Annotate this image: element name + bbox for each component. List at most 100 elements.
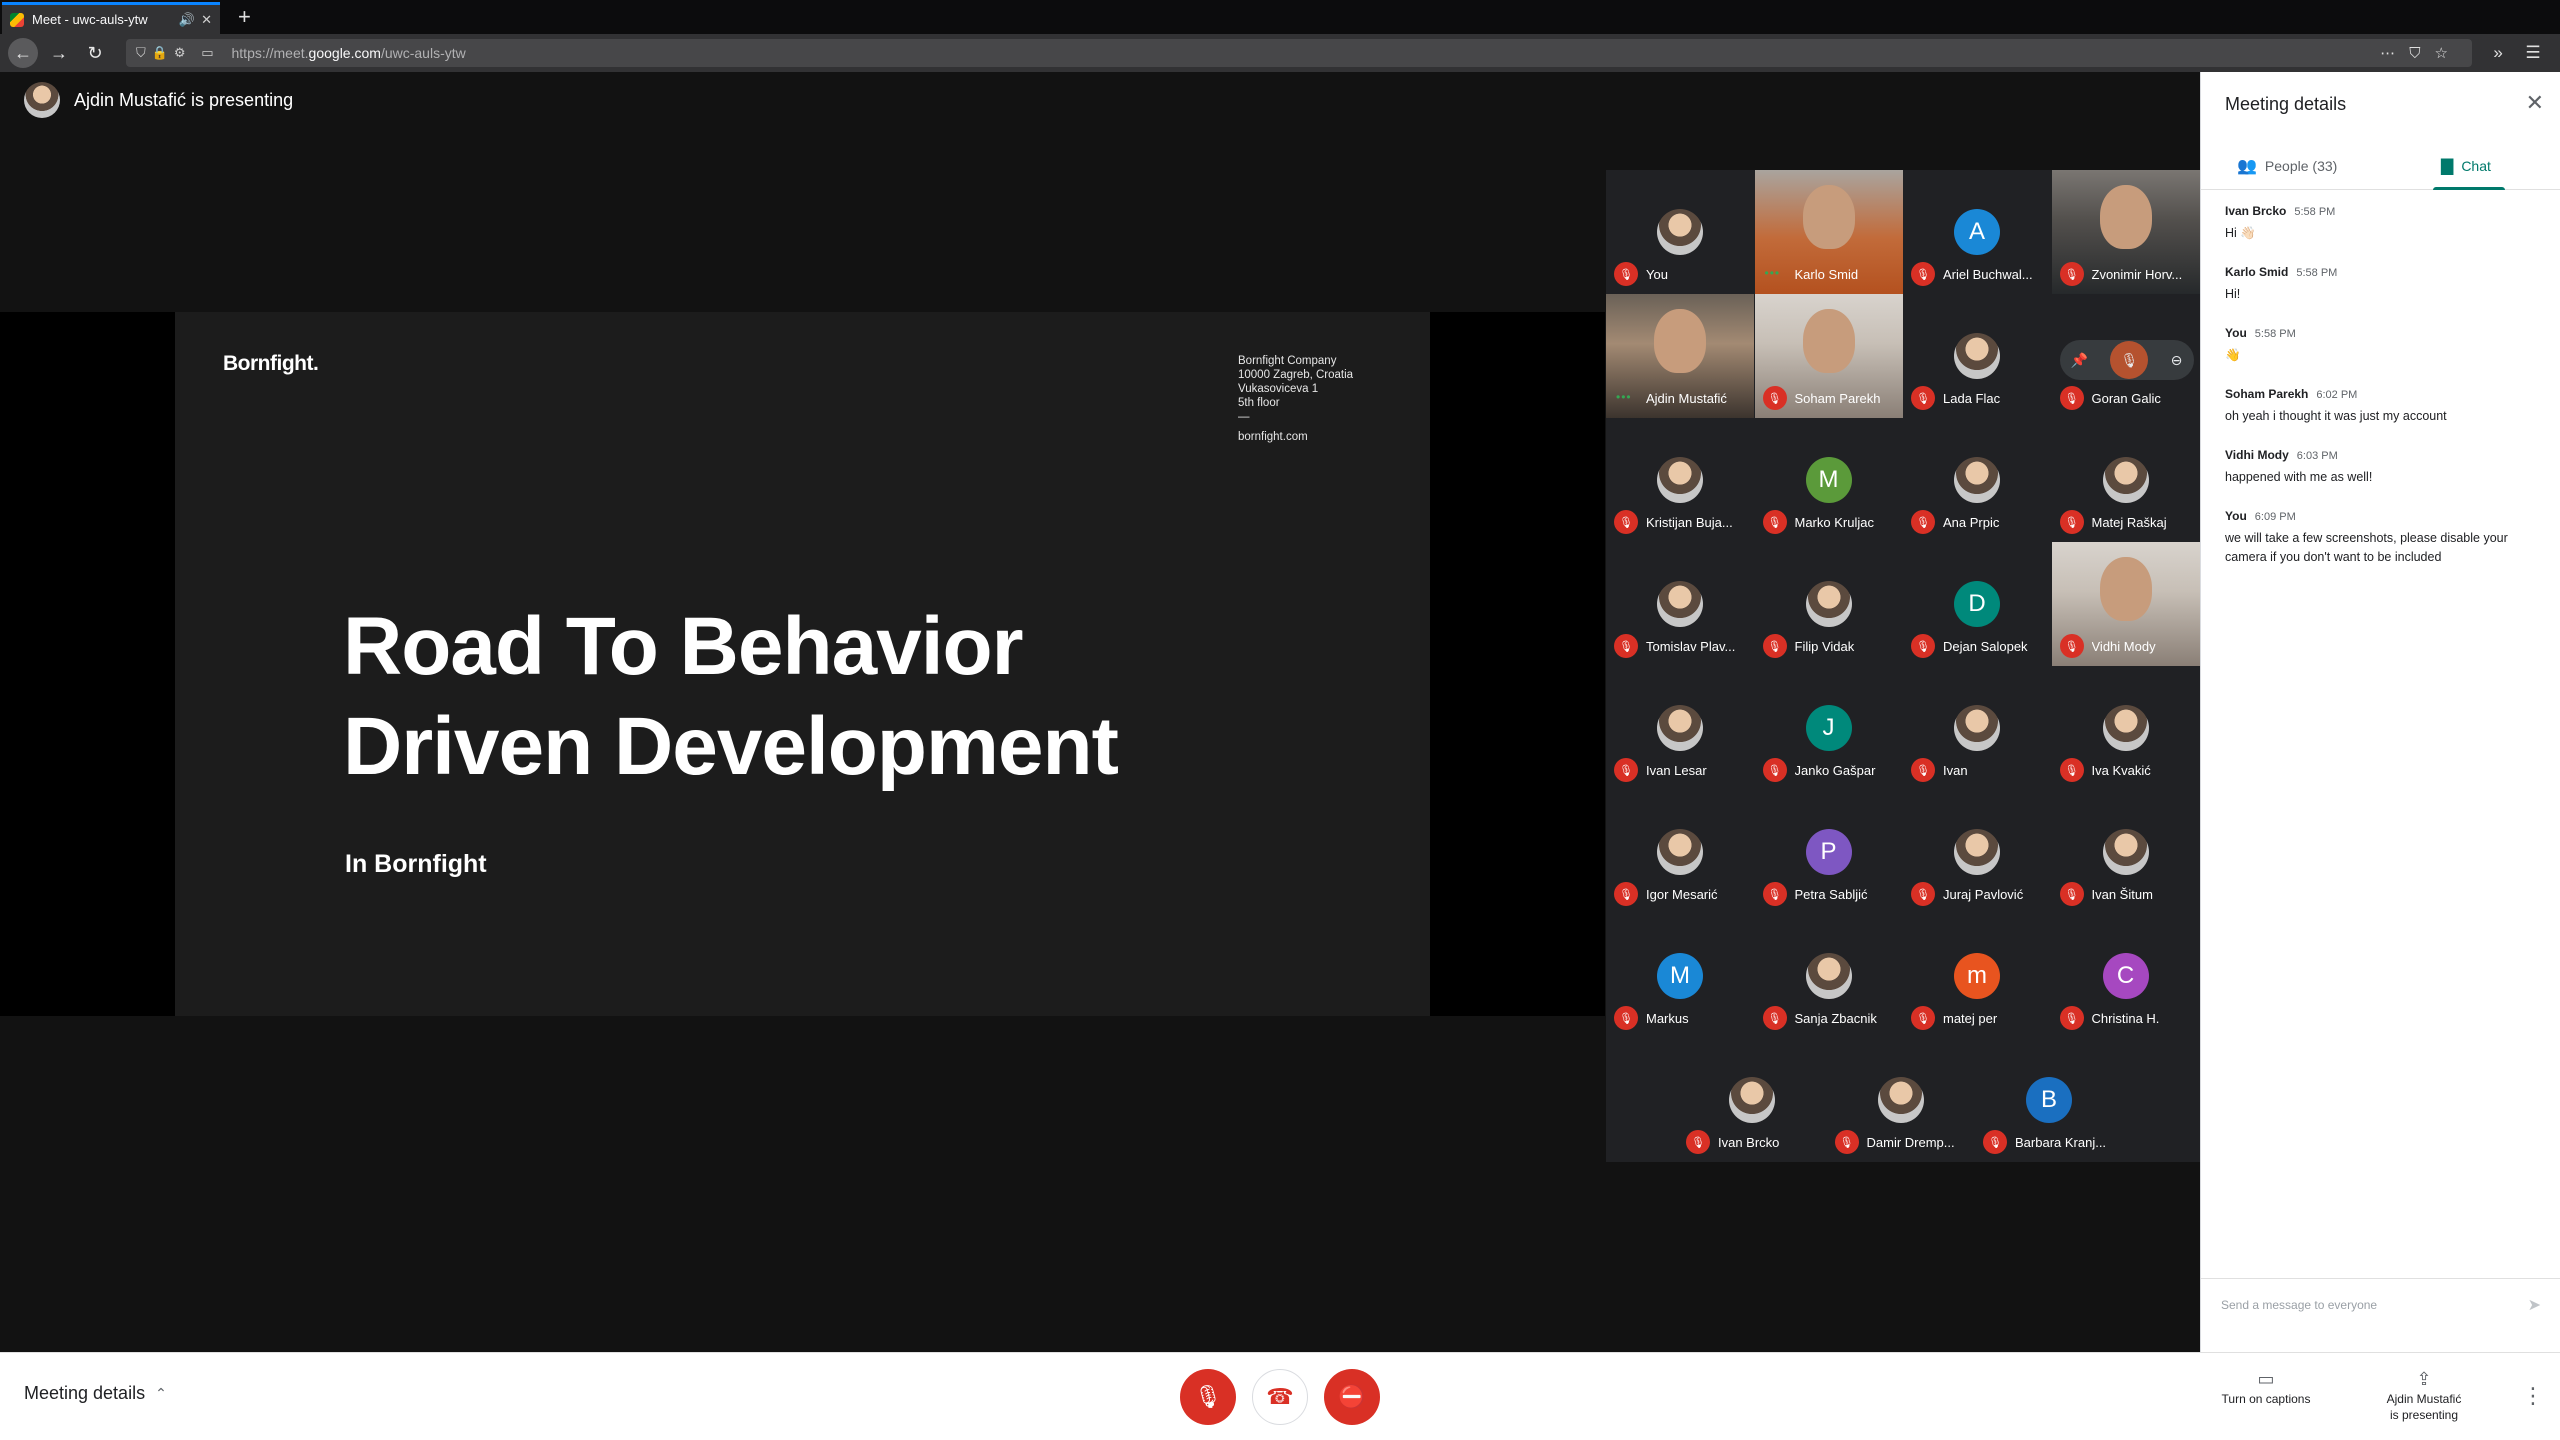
url-prefix: https://meet. xyxy=(231,45,309,61)
participant-tile[interactable]: m 🎙 matej per xyxy=(1903,914,2051,1038)
participant-tile[interactable]: 🎙 Ivan Lesar xyxy=(1606,666,1754,790)
security-icons[interactable]: ⛉🔒⚙ ▭ xyxy=(136,45,220,61)
participant-avatar xyxy=(1954,333,2000,379)
send-icon[interactable]: ➤ xyxy=(2528,1295,2541,1315)
participant-tile[interactable]: 📌 🎙 ⊖ 🎙 Goran Galic xyxy=(2051,294,2200,418)
video-feed xyxy=(1802,309,1855,374)
url-bar[interactable]: ⛉🔒⚙ ▭ https://meet. google.com/uwc-auls-y… xyxy=(126,39,2472,67)
participant-tile[interactable]: ••• Karlo Smid xyxy=(1754,170,1903,294)
meeting-details-button[interactable]: Meeting details ⌃ xyxy=(24,1383,167,1404)
participant-tile[interactable]: B 🎙 Barbara Kranj... xyxy=(1975,1038,2123,1162)
forward-icon[interactable]: → xyxy=(44,38,74,68)
chat-message-list: Ivan Brcko 5:58 PM Hi 👋🏻 Karlo Smid 5:58 PM H… xyxy=(2225,204,2541,589)
participant-tile[interactable]: 🎙 Tomislav Plav... xyxy=(1606,542,1754,666)
participant-tile[interactable]: 🎙 Iva Kvakić xyxy=(2051,666,2200,790)
participant-tile[interactable]: J 🎙 Janko Gašpar xyxy=(1754,666,1903,790)
chevron-up-icon: ⌃ xyxy=(155,1385,167,1401)
participant-tile[interactable]: 🎙 Kristijan Buja... xyxy=(1606,418,1754,542)
participant-name: Sanja Zbacnik xyxy=(1794,1011,1877,1026)
message-time: 6:02 PM xyxy=(2316,389,2358,401)
muted-icon: 🎙 xyxy=(1762,1006,1787,1030)
participant-name: Christina H. xyxy=(2091,1011,2160,1026)
participant-tile[interactable]: 🎙 Ana Prpic xyxy=(1903,418,2051,542)
participant-tile[interactable]: 🎙 Sanja Zbacnik xyxy=(1754,914,1903,1038)
hamburger-menu-icon[interactable]: ☰ xyxy=(2525,43,2540,63)
participant-tile[interactable]: 🎙 Igor Mesarić xyxy=(1606,790,1754,914)
url-actions-icons[interactable]: ⋯⛉☆ xyxy=(2380,44,2462,62)
tab-chat[interactable]: ▇ Chat xyxy=(2433,142,2505,190)
reload-icon[interactable]: ↻ xyxy=(80,38,110,68)
message-text: we will take a few screenshots, please d… xyxy=(2225,531,2508,564)
participant-name: Soham Parekh xyxy=(1794,391,1881,406)
close-icon[interactable]: ✕ xyxy=(2526,90,2544,116)
message-meta: You 5:58 PM xyxy=(2225,326,2541,340)
participant-tile[interactable]: M 🎙 Markus xyxy=(1606,914,1754,1038)
pin-icon[interactable]: 📌 xyxy=(2071,352,2088,369)
muted-icon: 🎙 xyxy=(1614,1006,1638,1030)
participant-tile[interactable]: 🎙 Vidhi Mody xyxy=(2051,542,2200,666)
participant-avatar: J xyxy=(1805,705,1852,751)
tab-people[interactable]: 👥 People (33) xyxy=(2237,142,2337,190)
panel-tabs: 👥 People (33) ▇ Chat xyxy=(2201,142,2560,190)
participant-tile[interactable]: 🎙 Ivan Šitum xyxy=(2051,790,2200,914)
url-path: /uwc-auls-ytw xyxy=(380,45,466,61)
participant-tile[interactable]: 🎙 Matej Raškaj xyxy=(2051,418,2200,542)
participant-tile[interactable]: 🎙 Lada Flac xyxy=(1903,294,2051,418)
overflow-chevron-icon[interactable]: » xyxy=(2493,43,2502,63)
remove-icon[interactable]: ⊖ xyxy=(2171,352,2183,369)
present-button[interactable]: ⇪ Ajdin Mustafić is presenting xyxy=(2372,1370,2476,1423)
microphone-off-button[interactable]: 🎙 xyxy=(1180,1369,1236,1425)
participant-name: Barbara Kranj... xyxy=(2015,1135,2107,1150)
participant-tile[interactable]: 🎙 Zvonimir Horv... xyxy=(2051,170,2200,294)
present-label-1: Ajdin Mustafić xyxy=(2386,1392,2462,1406)
message-meta: Ivan Brcko 5:58 PM xyxy=(2225,204,2541,218)
participant-name: Iva Kvakić xyxy=(2091,763,2151,778)
bottom-bar: Meeting details ⌃ 🎙 ☎ ⛔ ▭ Turn on captio… xyxy=(0,1352,2560,1440)
message-time: 5:58 PM xyxy=(2294,206,2336,218)
participant-tile[interactable]: 🎙 Ivan xyxy=(1903,666,2051,790)
participant-avatar xyxy=(1877,1077,1924,1123)
participant-tile[interactable]: M 🎙 Marko Kruljac xyxy=(1754,418,1903,542)
browser-tab-meet[interactable]: Meet - uwc-auls-ytw 🔊 ✕ xyxy=(2,2,220,34)
speaking-indicator-icon: ••• xyxy=(1616,390,1632,404)
chat-input[interactable] xyxy=(2221,1297,2528,1312)
participant-tile[interactable]: 🎙 Soham Parekh xyxy=(1754,294,1903,418)
muted-icon: 🎙 xyxy=(1911,386,1935,410)
participant-tile[interactable]: D 🎙 Dejan Salopek xyxy=(1903,542,2051,666)
participant-tile[interactable]: 🎙 Juraj Pavlović xyxy=(1903,790,2051,914)
participant-tile[interactable]: P 🎙 Petra Sabljić xyxy=(1754,790,1903,914)
participant-name: Ana Prpic xyxy=(1943,515,2000,530)
message-time: 6:09 PM xyxy=(2254,511,2296,523)
new-tab-icon[interactable]: + xyxy=(238,4,251,30)
participant-avatar xyxy=(2102,705,2149,751)
participant-tile[interactable]: C 🎙 Christina H. xyxy=(2051,914,2200,1038)
participant-tile[interactable]: 🎙 Ivan Brcko xyxy=(1678,1038,1826,1162)
hang-up-icon: ☎ xyxy=(1266,1384,1294,1409)
participant-avatar xyxy=(1954,705,2000,751)
captions-button[interactable]: ▭ Turn on captions xyxy=(2206,1370,2326,1407)
participant-avatar xyxy=(1657,705,1703,751)
participant-tile[interactable]: ••• Ajdin Mustafić xyxy=(1606,294,1754,418)
back-icon[interactable]: ← xyxy=(8,38,38,68)
mute-participant-icon[interactable]: 🎙 xyxy=(2110,341,2149,379)
message-text: happened with me as well! xyxy=(2225,470,2373,484)
speaker-icon[interactable]: 🔊 xyxy=(179,12,195,28)
participant-tile[interactable]: 🎙 Filip Vidak xyxy=(1754,542,1903,666)
message-time: 6:03 PM xyxy=(2296,450,2338,462)
slide-headline: Road To Behavior Driven Development xyxy=(343,597,1119,797)
participant-tile[interactable]: 🎙 You xyxy=(1606,170,1754,294)
leave-call-button[interactable]: ☎ xyxy=(1252,1369,1308,1425)
participant-tile[interactable]: 🎙 Damir Dremp... xyxy=(1826,1038,1975,1162)
slide-logo: Bornfight. xyxy=(223,352,319,375)
message-meta: Soham Parekh 6:02 PM xyxy=(2225,387,2541,401)
participant-tile[interactable]: A 🎙 Ariel Buchwal... xyxy=(1903,170,2051,294)
camera-off-button[interactable]: ⛔ xyxy=(1324,1369,1380,1425)
muted-icon: 🎙 xyxy=(1614,510,1638,534)
muted-icon: 🎙 xyxy=(1614,634,1638,658)
participant-avatar xyxy=(1657,209,1703,255)
tab-close-icon[interactable]: ✕ xyxy=(201,12,212,28)
address-line: Bornfight Company xyxy=(1238,355,1337,367)
more-options-icon[interactable]: ⋮ xyxy=(2522,1383,2544,1409)
message-text: Hi 👋🏻 xyxy=(2225,226,2256,240)
slide-letterbox-right xyxy=(1430,312,1605,1016)
